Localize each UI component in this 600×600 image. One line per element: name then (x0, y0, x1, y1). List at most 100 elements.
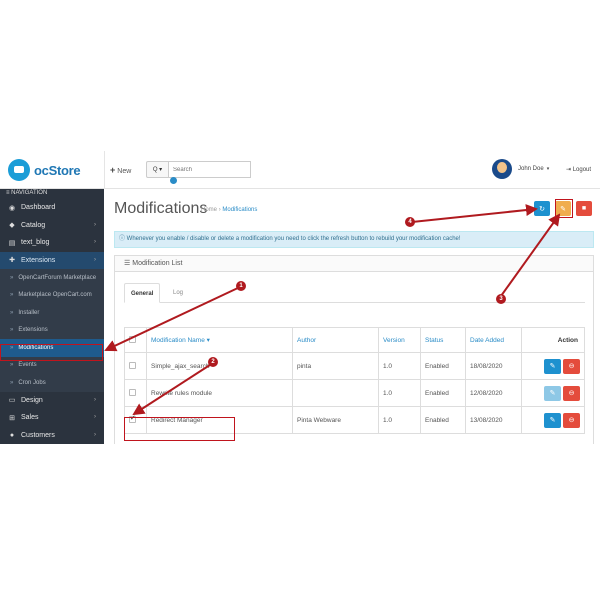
sidebar-subitem-label: Events (18, 362, 37, 369)
cell-actions: ✎ ⊖ (521, 379, 585, 407)
sidebar-item-dashboard[interactable]: ◉ Dashboard (0, 199, 104, 217)
user-menu[interactable]: John Doe ▾ (492, 159, 549, 179)
column-header-date-added[interactable]: Date Added (465, 327, 522, 353)
cart-logo-icon (8, 159, 30, 181)
chevron-right-icon: › (94, 414, 96, 420)
cell-date-added: 18/08/2020 (465, 352, 522, 380)
bullet-icon: » (10, 344, 14, 351)
info-icon: ⓘ (119, 236, 127, 242)
user-name: John Doe (518, 166, 544, 172)
tab-general[interactable]: General (124, 283, 161, 303)
search-type-dropdown[interactable]: Q ▾ (146, 161, 169, 178)
chevron-right-icon: › (94, 221, 96, 228)
sidebar-subitem-label: Modifications (18, 344, 54, 351)
globe-icon (170, 177, 177, 184)
table-header-row: Modification Name ▾ Author Version Statu… (124, 327, 585, 353)
sidebar-subitem-marketplace-opencart[interactable]: » Marketplace OpenCart.com (0, 286, 104, 304)
pencil-icon: ✎ (549, 362, 556, 370)
sidebar-subitem-events[interactable]: » Events (0, 356, 104, 374)
column-header-version[interactable]: Version (378, 327, 421, 353)
table-row: Redirect Manager Pinta Webware 1.0 Enabl… (124, 406, 585, 434)
sidebar-item-label: Design (21, 396, 43, 404)
logo-text: ocStore (34, 162, 81, 178)
refresh-button[interactable]: ↻ (534, 201, 550, 216)
breadcrumb-modifications[interactable]: Modifications (222, 207, 257, 213)
sidebar-subitem-opencartforum-marketplace[interactable]: » OpenCartForum Marketplace (0, 269, 104, 287)
sidebar-subitem-installer[interactable]: » Installer (0, 304, 104, 322)
sidebar-item-label: Customers (21, 431, 55, 439)
sidebar-item-sales[interactable]: ⊞ Sales › (0, 409, 104, 427)
row-select-cell (124, 352, 147, 380)
sidebar-item-design[interactable]: ▭ Design › (0, 392, 104, 410)
row-checkbox[interactable] (129, 388, 136, 396)
column-header-name[interactable]: Modification Name ▾ (146, 327, 293, 353)
search-input[interactable] (169, 161, 251, 178)
sidebar-subitem-extensions[interactable]: » Extensions (0, 321, 104, 339)
sidebar-item-label: text_blog (21, 239, 50, 247)
delete-button[interactable]: ■ (576, 201, 592, 216)
page-title: Modifications (114, 200, 208, 217)
minus-circle-icon: ⊖ (568, 416, 575, 424)
sidebar-item-extensions[interactable]: ✚ Extensions › (0, 251, 104, 269)
row-checkbox[interactable] (129, 414, 136, 423)
disable-button[interactable]: ⊖ (563, 358, 580, 374)
cart-icon: ⊞ (9, 414, 15, 422)
column-header-action: Action (521, 327, 585, 353)
clear-log-button[interactable]: ✎ (555, 201, 571, 216)
bullet-icon: » (10, 309, 14, 316)
sidebar-item-catalog[interactable]: ◆ Catalog › (0, 217, 104, 235)
sidebar-item-customers[interactable]: ● Customers › (0, 427, 104, 445)
puzzle-icon: ✚ (9, 257, 15, 265)
chevron-right-icon: › (94, 239, 96, 245)
search-group: Q ▾ (146, 161, 251, 178)
sidebar: ≡ NAVIGATION ◉ Dashboard ◆ Catalog › ▤ t… (0, 189, 104, 444)
bullet-icon: » (10, 327, 14, 334)
sidebar-item-text-blog[interactable]: ▤ text_blog › (0, 234, 104, 252)
avatar (492, 159, 512, 179)
cell-status: Enabled (420, 352, 466, 380)
user-icon: ● (9, 431, 15, 439)
cell-actions: ✎ ⊖ (521, 406, 585, 434)
chevron-right-icon: › (94, 396, 96, 403)
header-divider (104, 151, 105, 189)
tab-bar: General Log (124, 283, 585, 303)
cell-actions: ✎ ⊖ (521, 352, 585, 380)
cell-version: 1.0 (378, 379, 421, 407)
cell-version: 1.0 (378, 352, 421, 380)
tab-log[interactable]: Log (167, 283, 189, 303)
new-button[interactable]: + New (110, 165, 131, 175)
top-header: ocStore +New Q ▾ John Doe ▾ ⇥ Logout (0, 151, 600, 189)
navigation-heading: ≡ NAVIGATION (0, 189, 104, 199)
bullet-icon: » (10, 362, 14, 369)
logout-link[interactable]: ⇥ Logout (566, 166, 591, 173)
caret-down-icon: ▾ (546, 166, 550, 172)
edit-button[interactable]: ✎ (544, 358, 561, 374)
minus-circle-icon: ⊖ (568, 362, 575, 370)
breadcrumb-home[interactable]: Home (201, 207, 217, 213)
select-all-checkbox[interactable] (129, 335, 136, 343)
breadcrumb: Home › Modifications (201, 207, 257, 213)
logout-icon: ⇥ (566, 167, 573, 173)
row-select-cell (124, 379, 147, 407)
edit-button[interactable]: ✎ (544, 385, 561, 401)
trash-icon: ■ (581, 205, 587, 212)
eraser-icon: ✎ (560, 205, 566, 213)
cell-date-added: 13/08/2020 (465, 406, 522, 434)
monitor-icon: ▭ (8, 397, 16, 405)
ocstore-logo[interactable]: ocStore (8, 159, 81, 181)
sidebar-subitem-cron-jobs[interactable]: » Cron Jobs (0, 374, 104, 392)
row-checkbox[interactable] (129, 361, 136, 369)
bullet-icon: » (10, 274, 14, 281)
pencil-icon: ✎ (549, 389, 556, 397)
column-header-author[interactable]: Author (292, 327, 379, 353)
bullet-icon: » (10, 292, 14, 299)
admin-screenshot: ocStore +New Q ▾ John Doe ▾ ⇥ Logout ≡ N… (0, 151, 600, 444)
disable-button[interactable]: ⊖ (563, 412, 580, 428)
column-header-status[interactable]: Status (420, 327, 466, 353)
sidebar-subitem-modifications[interactable]: » Modifications (0, 339, 104, 357)
bullet-icon: » (10, 379, 14, 386)
table-row: Simple_ajax_search pinta 1.0 Enabled 18/… (124, 352, 585, 380)
edit-button[interactable]: ✎ (544, 412, 561, 428)
disable-button[interactable]: ⊖ (563, 385, 580, 401)
pencil-icon: ✎ (549, 416, 556, 424)
